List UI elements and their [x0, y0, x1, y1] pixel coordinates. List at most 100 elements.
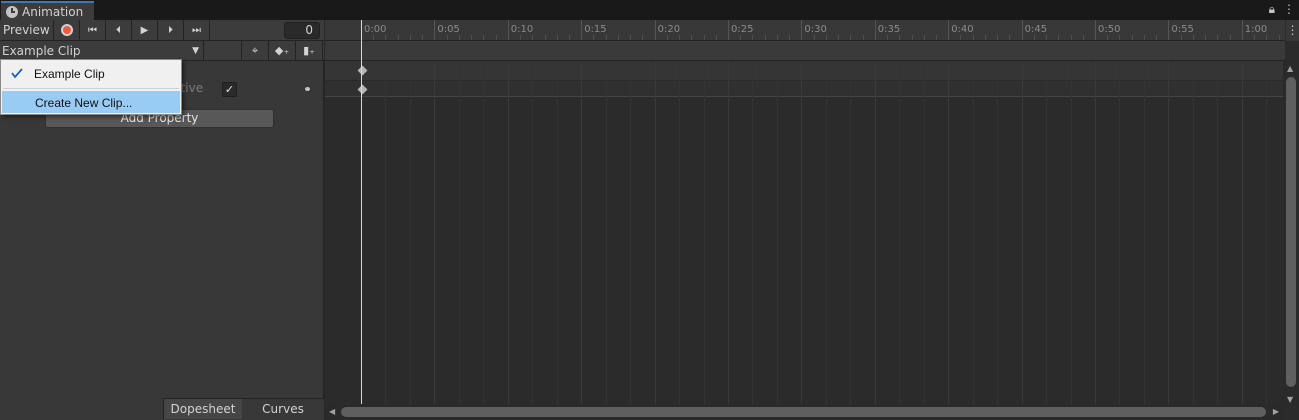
- frame-input[interactable]: 0: [284, 22, 320, 39]
- ruler-minor-tick: [422, 35, 424, 40]
- grid-line: [605, 61, 607, 408]
- menu-item-example-clip[interactable]: Example Clip: [2, 63, 180, 85]
- clip-dropdown-menu: Example Clip Create New Clip...: [0, 59, 182, 115]
- ruler-minor-tick: [666, 35, 668, 40]
- ruler-minor-tick: [887, 35, 889, 40]
- grid-line: [458, 61, 460, 408]
- playback-toolbar: Preview ⏮ ⏴ ▶ ⏵ ⏭ 0: [0, 19, 324, 41]
- grid-line: [972, 61, 974, 408]
- ruler-minor-tick: [409, 35, 411, 40]
- scroll-down-icon[interactable]: ▼: [1287, 395, 1293, 404]
- ruler-minor-tick: [1082, 35, 1084, 40]
- scroll-right-icon[interactable]: ▶: [1273, 407, 1279, 416]
- kebab-menu-icon: ⋮: [1286, 23, 1299, 37]
- ruler-minor-tick: [935, 35, 937, 40]
- grid-line: [556, 61, 558, 408]
- next-key-button[interactable]: ⏵: [158, 19, 184, 41]
- grid-line: [1143, 61, 1145, 408]
- time-ruler[interactable]: 0:00 0:05 0:10 0:15 0:20 0:25 0:30 0:35 0:40 0:45…: [325, 20, 1285, 41]
- ruler-minor-tick: [715, 35, 717, 40]
- tab-dopesheet[interactable]: Dopesheet: [163, 398, 242, 419]
- play-button[interactable]: ▶: [132, 19, 158, 41]
- timeline-area[interactable]: 0:00 0:05 0:10 0:15 0:20 0:25 0:30 0:35 0:40 0:45…: [325, 20, 1299, 420]
- snap-button[interactable]: ⌖: [242, 40, 269, 61]
- ruler-minor-tick: [997, 35, 999, 40]
- ruler-minor-tick: [1058, 35, 1060, 40]
- property-options-icon[interactable]: [305, 87, 310, 91]
- ruler-minor-tick: [642, 35, 644, 40]
- ruler-minor-tick: [923, 35, 925, 40]
- grid-line: [728, 61, 729, 408]
- ruler-minor-tick: [605, 35, 607, 40]
- menu-item-label: Example Clip: [34, 67, 105, 81]
- lock-icon[interactable]: 🔒︎: [1269, 2, 1275, 17]
- summary-row: [325, 61, 1285, 80]
- grid-line: [507, 61, 509, 408]
- ruler-minor-tick: [630, 35, 632, 40]
- add-event-button[interactable]: ▮₊: [296, 40, 323, 61]
- skip-to-end-button[interactable]: ⏭: [184, 19, 210, 41]
- vertical-scroll-thumb[interactable]: [1286, 77, 1296, 387]
- preview-button[interactable]: Preview: [0, 19, 54, 41]
- menu-item-label: Create New Clip...: [35, 96, 133, 110]
- scroll-left-icon[interactable]: ◀: [329, 407, 335, 416]
- skip-to-start-icon: ⏮: [88, 24, 97, 36]
- grid-line: [923, 61, 925, 408]
- ruler-tick-label: 0:15: [584, 24, 607, 35]
- grid-line: [654, 61, 656, 408]
- grid-line: [1266, 61, 1268, 408]
- clock-icon: [6, 5, 18, 18]
- ruler-minor-tick: [1046, 35, 1048, 40]
- ruler-tick-label: 0:00: [364, 24, 387, 35]
- add-keyframe-button[interactable]: ◆₊: [269, 40, 296, 61]
- playhead[interactable]: [361, 20, 362, 405]
- ruler-minor-tick: [679, 35, 681, 40]
- property-keyframe[interactable]: [357, 84, 368, 95]
- ruler-minor-tick: [838, 35, 840, 40]
- property-checkbox[interactable]: ✓: [222, 82, 237, 97]
- ruler-minor-tick: [960, 35, 962, 40]
- ruler-minor-tick: [1131, 35, 1133, 40]
- ruler-minor-tick: [1119, 35, 1121, 40]
- ruler-minor-tick: [825, 35, 827, 40]
- ruler-minor-tick: [1156, 35, 1158, 40]
- ruler-minor-tick: [471, 35, 473, 40]
- ruler-minor-tick: [1217, 35, 1219, 40]
- event-strip[interactable]: [325, 41, 1285, 61]
- previous-key-icon: ⏴: [116, 24, 121, 36]
- clip-dropdown[interactable]: Example Clip ▼: [0, 40, 204, 61]
- record-icon: [60, 24, 73, 36]
- grid-line: [1046, 61, 1048, 408]
- kebab-menu-icon[interactable]: ⋮: [1283, 2, 1295, 17]
- ruler-minor-tick: [752, 35, 754, 40]
- menu-separator: [3, 88, 179, 89]
- scroll-up-icon[interactable]: ▲: [1287, 64, 1293, 73]
- previous-key-button[interactable]: ⏴: [106, 19, 132, 41]
- horizontal-scrollbar[interactable]: ◀ ▶: [325, 404, 1283, 420]
- add-keyframe-icon: ◆₊: [274, 44, 290, 57]
- ruler-minor-tick: [1205, 35, 1207, 40]
- record-button[interactable]: [54, 19, 80, 41]
- ruler-minor-tick: [1009, 35, 1011, 40]
- grid-line: [630, 61, 632, 408]
- ruler-minor-tick: [691, 35, 693, 40]
- skip-to-start-button[interactable]: ⏮: [80, 19, 106, 41]
- ruler-minor-tick: [911, 35, 913, 40]
- grid-line: [1241, 61, 1243, 408]
- next-key-icon: ⏵: [168, 24, 173, 36]
- clip-toolbar: Example Clip ▼ ⌖ ◆₊ ▮₊: [0, 40, 324, 61]
- grid-line: [1070, 61, 1072, 408]
- ruler-minor-tick: [1180, 35, 1182, 40]
- ruler-minor-tick: [1229, 35, 1231, 40]
- summary-keyframe[interactable]: [357, 65, 368, 76]
- tab-curves[interactable]: Curves: [242, 398, 324, 419]
- timeline-menu-button[interactable]: ⋮: [1286, 20, 1299, 41]
- tab-animation[interactable]: Animation: [1, 1, 94, 20]
- menu-item-create-new-clip[interactable]: Create New Clip...: [2, 91, 180, 113]
- horizontal-scroll-thumb[interactable]: [341, 407, 1266, 417]
- grid-line: [801, 61, 803, 408]
- ruler-minor-tick: [544, 35, 546, 40]
- ruler-minor-tick: [556, 35, 558, 40]
- ruler-minor-tick: [617, 35, 619, 40]
- vertical-scrollbar[interactable]: ▲ ▼: [1283, 61, 1299, 406]
